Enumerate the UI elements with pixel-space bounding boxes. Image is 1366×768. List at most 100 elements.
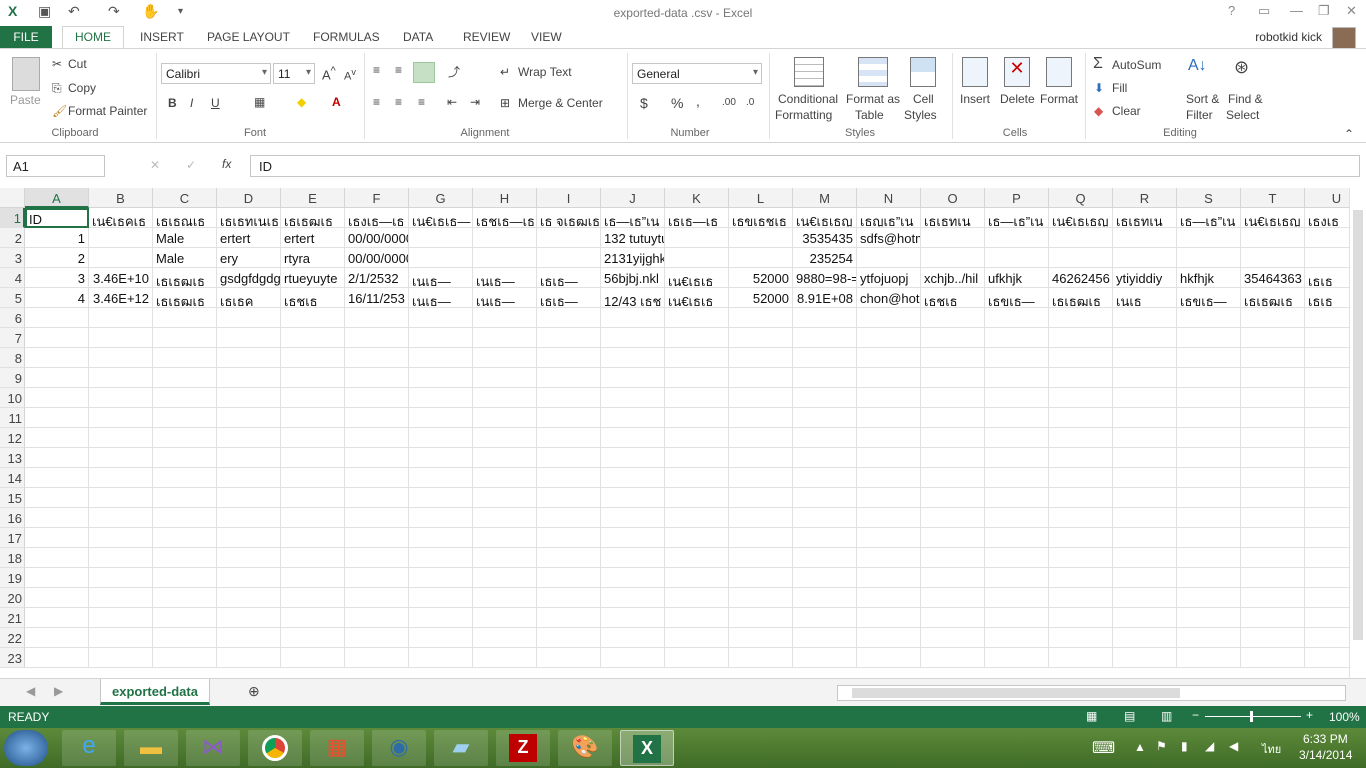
cell[interactable] — [1177, 228, 1241, 248]
cell[interactable] — [1049, 468, 1113, 488]
vertical-scrollbar[interactable] — [1349, 188, 1366, 678]
cell[interactable] — [985, 408, 1049, 428]
cell[interactable] — [665, 428, 729, 448]
cell[interactable]: ytiyiddiy — [1113, 268, 1177, 288]
scroll-thumb[interactable] — [1353, 210, 1363, 640]
cell[interactable]: เธเธค — [217, 288, 281, 308]
cell[interactable] — [1241, 448, 1305, 468]
cell[interactable] — [1049, 348, 1113, 368]
cell[interactable] — [985, 428, 1049, 448]
cell[interactable] — [89, 408, 153, 428]
cell[interactable]: เธเธฒเธ — [281, 208, 345, 228]
start-orb-icon[interactable] — [4, 730, 48, 766]
cell[interactable] — [537, 388, 601, 408]
cell[interactable] — [89, 368, 153, 388]
cell[interactable] — [1113, 588, 1177, 608]
cell[interactable] — [217, 448, 281, 468]
currency-button[interactable]: $ — [640, 95, 648, 111]
cell[interactable] — [473, 588, 537, 608]
flag-icon[interactable]: ⚑ — [1156, 739, 1167, 753]
row-header[interactable]: 3 — [0, 248, 25, 268]
cell[interactable]: ytfojuopj — [857, 268, 921, 288]
cell[interactable] — [665, 228, 729, 248]
column-header[interactable]: N — [857, 188, 921, 208]
cell[interactable] — [1241, 408, 1305, 428]
cell[interactable] — [473, 348, 537, 368]
cell[interactable] — [665, 628, 729, 648]
cell[interactable] — [153, 588, 217, 608]
cell[interactable]: เธเธทเน — [921, 208, 985, 228]
cell[interactable] — [1113, 568, 1177, 588]
column-header[interactable]: I — [537, 188, 601, 208]
horizontal-scrollbar[interactable] — [837, 685, 1346, 701]
cell[interactable] — [537, 648, 601, 668]
cell[interactable] — [25, 308, 89, 328]
cell[interactable] — [601, 548, 665, 568]
cell[interactable] — [729, 348, 793, 368]
cell[interactable]: เน€เธคเธ — [89, 208, 153, 228]
cell[interactable]: เธเธฒเธ — [153, 268, 217, 288]
cell[interactable] — [601, 328, 665, 348]
row-header[interactable]: 20 — [0, 588, 25, 608]
cell[interactable] — [1305, 628, 1349, 648]
cell[interactable] — [665, 548, 729, 568]
cell[interactable] — [857, 528, 921, 548]
decrease-decimal-icon[interactable]: .0 — [746, 97, 754, 108]
align-center-icon[interactable]: ≡ — [395, 95, 402, 109]
cell[interactable] — [793, 528, 857, 548]
cell[interactable] — [1241, 508, 1305, 528]
cell[interactable] — [1113, 308, 1177, 328]
cell[interactable] — [921, 648, 985, 668]
merge-center-button[interactable]: Merge & Center — [518, 96, 603, 110]
select-all-corner[interactable] — [0, 188, 25, 208]
cell[interactable] — [1241, 628, 1305, 648]
cell[interactable]: 35464363 — [1241, 268, 1305, 288]
cell[interactable] — [1113, 228, 1177, 248]
cell[interactable] — [729, 528, 793, 548]
cell[interactable] — [921, 368, 985, 388]
cell[interactable] — [601, 528, 665, 548]
column-header[interactable]: K — [665, 188, 729, 208]
row-header[interactable]: 7 — [0, 328, 25, 348]
cell[interactable] — [1305, 448, 1349, 468]
row-header[interactable]: 11 — [0, 408, 25, 428]
cell[interactable] — [985, 468, 1049, 488]
cell[interactable] — [409, 428, 473, 448]
cell[interactable] — [1305, 468, 1349, 488]
cell[interactable]: Male — [153, 228, 217, 248]
cell[interactable] — [537, 228, 601, 248]
delete-cells-icon[interactable]: ✕ — [1004, 57, 1030, 87]
cell[interactable]: rtyra — [281, 248, 345, 268]
column-header[interactable]: L — [729, 188, 793, 208]
cell[interactable] — [793, 468, 857, 488]
cell[interactable] — [601, 648, 665, 668]
cell[interactable] — [217, 328, 281, 348]
cell[interactable] — [473, 468, 537, 488]
cell[interactable] — [729, 368, 793, 388]
cell[interactable] — [921, 308, 985, 328]
page-layout-view-icon[interactable]: ▤ — [1124, 709, 1135, 723]
cell[interactable] — [537, 448, 601, 468]
cell[interactable] — [665, 468, 729, 488]
cell[interactable] — [217, 368, 281, 388]
clear-icon[interactable]: ◆ — [1094, 104, 1103, 118]
cell[interactable] — [921, 488, 985, 508]
cell[interactable] — [1177, 488, 1241, 508]
cell[interactable] — [1305, 308, 1349, 328]
cell[interactable] — [345, 448, 409, 468]
cell[interactable] — [1177, 568, 1241, 588]
cell[interactable]: เธเธฒเธ — [1241, 288, 1305, 308]
sheet-tab-exported-data[interactable]: exported-data — [100, 679, 210, 705]
cell[interactable] — [281, 528, 345, 548]
cell[interactable] — [1241, 428, 1305, 448]
cell[interactable] — [153, 648, 217, 668]
cell[interactable] — [857, 348, 921, 368]
language-indicator[interactable]: ไทย — [1262, 740, 1281, 758]
cell[interactable] — [409, 568, 473, 588]
row-header[interactable]: 12 — [0, 428, 25, 448]
cell[interactable] — [25, 608, 89, 628]
cell[interactable] — [281, 548, 345, 568]
cell[interactable] — [1177, 388, 1241, 408]
insert-button[interactable]: Insert — [960, 92, 990, 106]
cell[interactable] — [921, 468, 985, 488]
